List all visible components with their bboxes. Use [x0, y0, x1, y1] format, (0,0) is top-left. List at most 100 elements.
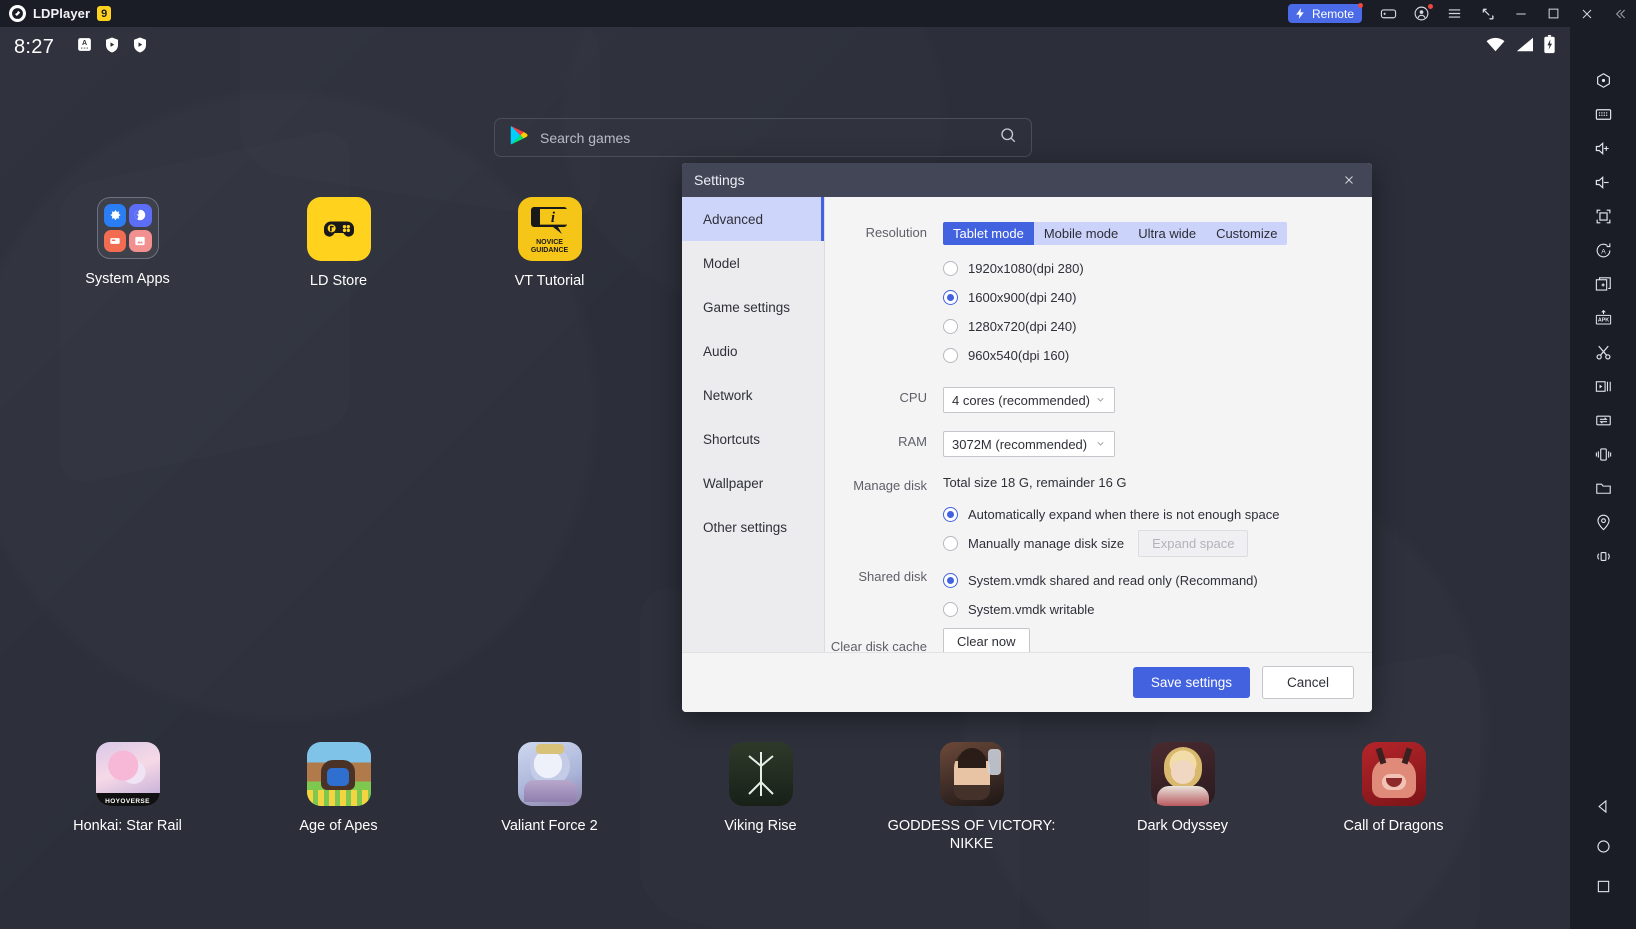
app-vt-tutorial[interactable]: i NOVICE GUIDANCE VT Tutorial — [444, 197, 655, 291]
shared-disk-option-readonly[interactable]: System.vmdk shared and read only (Recomm… — [943, 566, 1372, 595]
volume-down-icon[interactable] — [1570, 165, 1636, 199]
option-label: 1920x1080(dpi 280) — [968, 261, 1084, 276]
sidebar-item-audio[interactable]: Audio — [682, 329, 824, 373]
sidebar-item-game-settings[interactable]: Game settings — [682, 285, 824, 329]
recents-icon[interactable] — [1570, 869, 1636, 903]
app-viking-rise[interactable]: Viking Rise — [655, 742, 866, 853]
folder-icon[interactable] — [1570, 471, 1636, 505]
nav-label: Audio — [703, 343, 738, 359]
app-title: LDPlayer — [33, 6, 91, 21]
radio-button[interactable] — [943, 348, 958, 363]
save-settings-button[interactable]: Save settings — [1132, 667, 1250, 698]
sidebar-item-model[interactable]: Model — [682, 241, 824, 285]
nav-label: Game settings — [703, 299, 791, 315]
shield-play-icon — [131, 36, 149, 59]
keyboard-a-icon: A — [76, 36, 93, 58]
tab-mobile-mode[interactable]: Mobile mode — [1034, 222, 1128, 245]
app-label: Dark Odyssey — [1136, 818, 1229, 834]
battery-charging-icon — [1543, 35, 1556, 59]
tab-customize[interactable]: Customize — [1206, 222, 1287, 245]
sync-icon[interactable] — [1570, 403, 1636, 437]
close-icon[interactable] — [1570, 0, 1603, 27]
honkai-star-rail-icon[interactable]: HOYOVERSE — [95, 742, 160, 806]
stop-record-icon[interactable] — [1570, 63, 1636, 97]
radio-button[interactable] — [943, 602, 958, 617]
app-call-of-dragons[interactable]: Call of Dragons — [1288, 742, 1499, 853]
clear-disk-cache-label: Clear disk cache — [830, 639, 927, 652]
shake-icon[interactable] — [1570, 437, 1636, 471]
cpu-row: CPU 4 cores (recommended) — [825, 387, 1372, 413]
tab-ultra-wide[interactable]: Ultra wide — [1128, 222, 1206, 245]
manage-disk-option-auto[interactable]: Automatically expand when there is not e… — [943, 500, 1372, 529]
tab-tablet-mode[interactable]: Tablet mode — [943, 222, 1034, 245]
scissors-icon[interactable] — [1570, 335, 1636, 369]
minimize-icon[interactable] — [1504, 0, 1537, 27]
resolution-option-1280x720[interactable]: 1280x720(dpi 240) — [943, 312, 1372, 341]
vt-icon-text-top: NOVICE — [536, 238, 563, 246]
radio-button[interactable] — [943, 573, 958, 588]
location-icon[interactable] — [1570, 505, 1636, 539]
resize-icon[interactable] — [1471, 0, 1504, 27]
viking-rise-icon[interactable] — [728, 742, 793, 806]
radio-button[interactable] — [943, 261, 958, 276]
svg-text:A: A — [1601, 248, 1606, 255]
add-instance-icon[interactable] — [1570, 267, 1636, 301]
app-goddess-of-victory-nikke[interactable]: GODDESS OF VICTORY: NIKKE — [866, 742, 1077, 853]
call-of-dragons-icon[interactable] — [1361, 742, 1426, 806]
sidebar-item-shortcuts[interactable]: Shortcuts — [682, 417, 824, 461]
app-age-of-apes[interactable]: Age of Apes — [233, 742, 444, 853]
valiant-force-2-icon[interactable] — [517, 742, 582, 806]
option-label: System.vmdk shared and read only (Recomm… — [968, 573, 1258, 588]
folder-system-apps[interactable] — [96, 197, 159, 259]
app-icon-badge: HOYOVERSE — [105, 798, 150, 805]
remote-button[interactable]: Remote — [1287, 3, 1363, 23]
search-input-placeholder[interactable]: Search games — [540, 130, 630, 146]
sidebar-item-network[interactable]: Network — [682, 373, 824, 417]
collapse-icon[interactable] — [1603, 0, 1636, 27]
sidebar-item-other-settings[interactable]: Other settings — [682, 505, 824, 549]
dark-odyssey-icon[interactable] — [1150, 742, 1215, 806]
search-games-bar[interactable]: Search games — [494, 118, 1032, 157]
video-record-icon[interactable] — [1570, 369, 1636, 403]
app-ld-store[interactable]: LD Store — [233, 197, 444, 291]
volume-up-icon[interactable] — [1570, 131, 1636, 165]
version-badge: 9 — [97, 6, 112, 21]
manage-disk-option-manual[interactable]: Manually manage disk size Expand space — [943, 529, 1372, 558]
account-icon[interactable] — [1405, 0, 1438, 27]
gamepad-icon[interactable] — [1372, 0, 1405, 27]
ram-select[interactable]: 3072M (recommended) — [943, 431, 1115, 457]
age-of-apes-icon[interactable] — [306, 742, 371, 806]
back-icon[interactable] — [1570, 789, 1636, 823]
radio-button[interactable] — [943, 507, 958, 522]
goddess-of-victory-nikke-icon[interactable] — [939, 742, 1004, 806]
clear-now-button[interactable]: Clear now — [943, 628, 1030, 652]
shared-disk-option-writable[interactable]: System.vmdk writable — [943, 595, 1372, 624]
app-system-apps[interactable]: System Apps — [22, 197, 233, 291]
virtual-shake-icon[interactable] — [1570, 539, 1636, 573]
radio-button[interactable] — [943, 319, 958, 334]
option-label: 1280x720(dpi 240) — [968, 319, 1077, 334]
sidebar-item-advanced[interactable]: Advanced — [682, 197, 824, 241]
app-honkai-star-rail[interactable]: HOYOVERSE Honkai: Star Rail — [22, 742, 233, 853]
search-icon[interactable] — [999, 126, 1017, 149]
cpu-select[interactable]: 4 cores (recommended) — [943, 387, 1115, 413]
ld-store-icon[interactable] — [306, 197, 371, 261]
keyboard-icon[interactable] — [1570, 97, 1636, 131]
vt-tutorial-icon[interactable]: i NOVICE GUIDANCE — [517, 197, 582, 261]
close-icon[interactable] — [1338, 169, 1360, 191]
rotate-auto-icon[interactable]: A — [1570, 233, 1636, 267]
radio-button[interactable] — [943, 290, 958, 305]
resolution-option-960x540[interactable]: 960x540(dpi 160) — [943, 341, 1372, 370]
maximize-icon[interactable] — [1537, 0, 1570, 27]
app-valiant-force-2[interactable]: Valiant Force 2 — [444, 742, 655, 853]
sidebar-item-wallpaper[interactable]: Wallpaper — [682, 461, 824, 505]
menu-icon[interactable] — [1438, 0, 1471, 27]
radio-button[interactable] — [943, 536, 958, 551]
cancel-button[interactable]: Cancel — [1261, 666, 1354, 699]
install-apk-icon[interactable]: APK — [1570, 301, 1636, 335]
resolution-option-1600x900[interactable]: 1600x900(dpi 240) — [943, 283, 1372, 312]
home-icon[interactable] — [1570, 829, 1636, 863]
app-dark-odyssey[interactable]: Dark Odyssey — [1077, 742, 1288, 853]
resolution-option-1920x1080[interactable]: 1920x1080(dpi 280) — [943, 254, 1372, 283]
fullscreen-icon[interactable] — [1570, 199, 1636, 233]
